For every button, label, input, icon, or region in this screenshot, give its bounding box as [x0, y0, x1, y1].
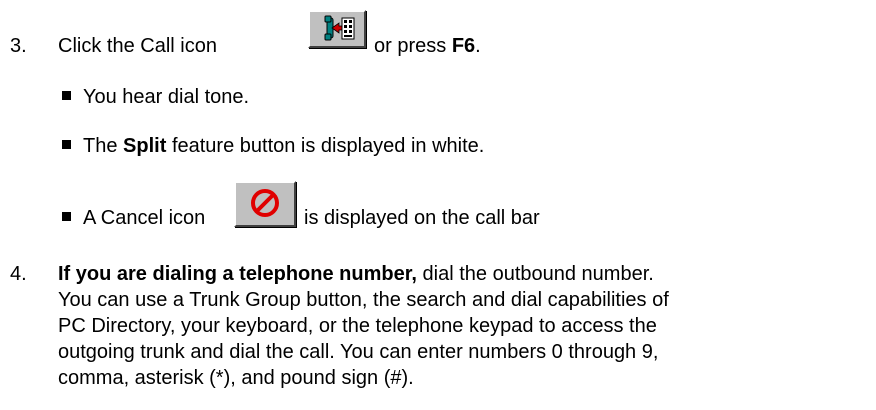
cancel-icon-glyph [251, 189, 279, 217]
step-4-line-3: PC Directory, your keyboard, or the tele… [58, 315, 657, 337]
bullet-item: A Cancel icon [62, 206, 205, 230]
bullet-text-pre: The [83, 135, 118, 157]
cancel-icon[interactable] [234, 181, 296, 227]
step-3-text: Click the Call icon [58, 34, 217, 58]
step-4-line-2: You can use a Trunk Group button, the se… [58, 289, 669, 311]
split-label: Split [123, 135, 167, 157]
bullet-icon [62, 212, 71, 222]
step-number: 3. [10, 35, 27, 57]
step-4-line-1: If you are dialing a telephone number, d… [58, 262, 654, 286]
step-4-lead: If you are dialing a telephone number, [58, 263, 417, 285]
bullet-text: You hear dial tone. [83, 86, 250, 108]
bullet-text-post: is displayed on the call bar [304, 207, 540, 229]
bullet-icon [62, 91, 71, 101]
step-3-mid: or press [374, 35, 447, 57]
step-4-line-5: comma, asterisk (*), and pound sign (#). [58, 367, 414, 389]
bullet-item: The Split feature button is displayed in… [62, 134, 484, 158]
step-3-tail: or press F6. [374, 34, 481, 58]
call-icon-glyph [324, 15, 355, 41]
step-number: 4. [10, 263, 27, 285]
step-4-line-4: outgoing trunk and dial the call. You ca… [58, 341, 659, 363]
bullet-text-pre: A Cancel icon [83, 207, 206, 229]
bullet-item: You hear dial tone. [62, 85, 249, 109]
step-3-lead: Click the Call icon [58, 35, 217, 57]
step-4-line-1-rest: dial the outbound number. [422, 263, 654, 285]
step-3-period: . [475, 35, 481, 57]
bullet-text-post: feature button is displayed in white. [171, 135, 485, 157]
bullet-icon [62, 140, 71, 150]
f6-key: F6 [451, 35, 476, 57]
call-icon[interactable] [308, 10, 366, 48]
